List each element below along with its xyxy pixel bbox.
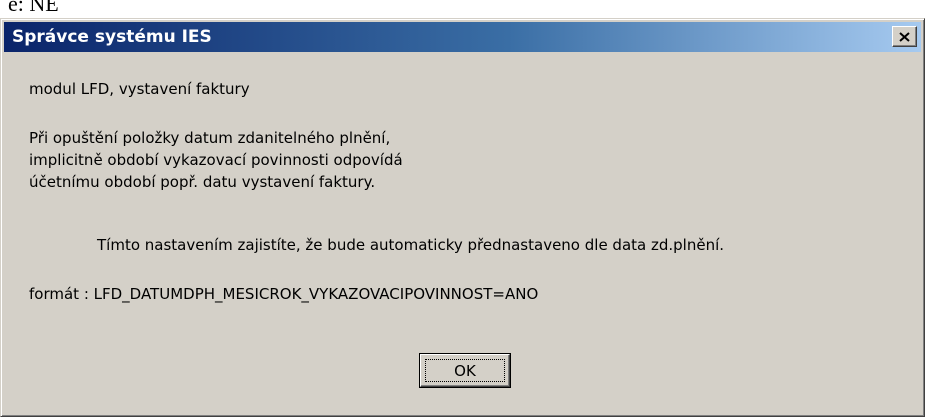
ok-button[interactable]: OK [419,353,511,388]
message-line-1: Při opuštění položky datum zdanitelného … [29,129,391,147]
message-line-note: Tímto nastavením zajistíte, že bude auto… [97,236,725,254]
title-bar[interactable]: Správce systému IES [4,22,921,52]
message-line-format: formát : LFD_DATUMDPH_MESICROK_VYKAZOVAC… [29,285,539,303]
message-line-2: implicitně období vykazovací povinnosti … [29,151,403,169]
message-line-module: modul LFD, vystavení faktury [29,80,250,98]
message-line-3: účetnímu období popř. datu vystavení fak… [29,173,376,191]
dialog-title: Správce systému IES [12,27,212,47]
ok-button-label: OK [454,361,476,380]
close-x-icon [899,31,910,42]
close-button[interactable] [892,26,917,47]
message-dialog: Správce systému IES modul LFD, vystavení… [0,18,925,417]
background-text: e: NE [8,0,59,16]
